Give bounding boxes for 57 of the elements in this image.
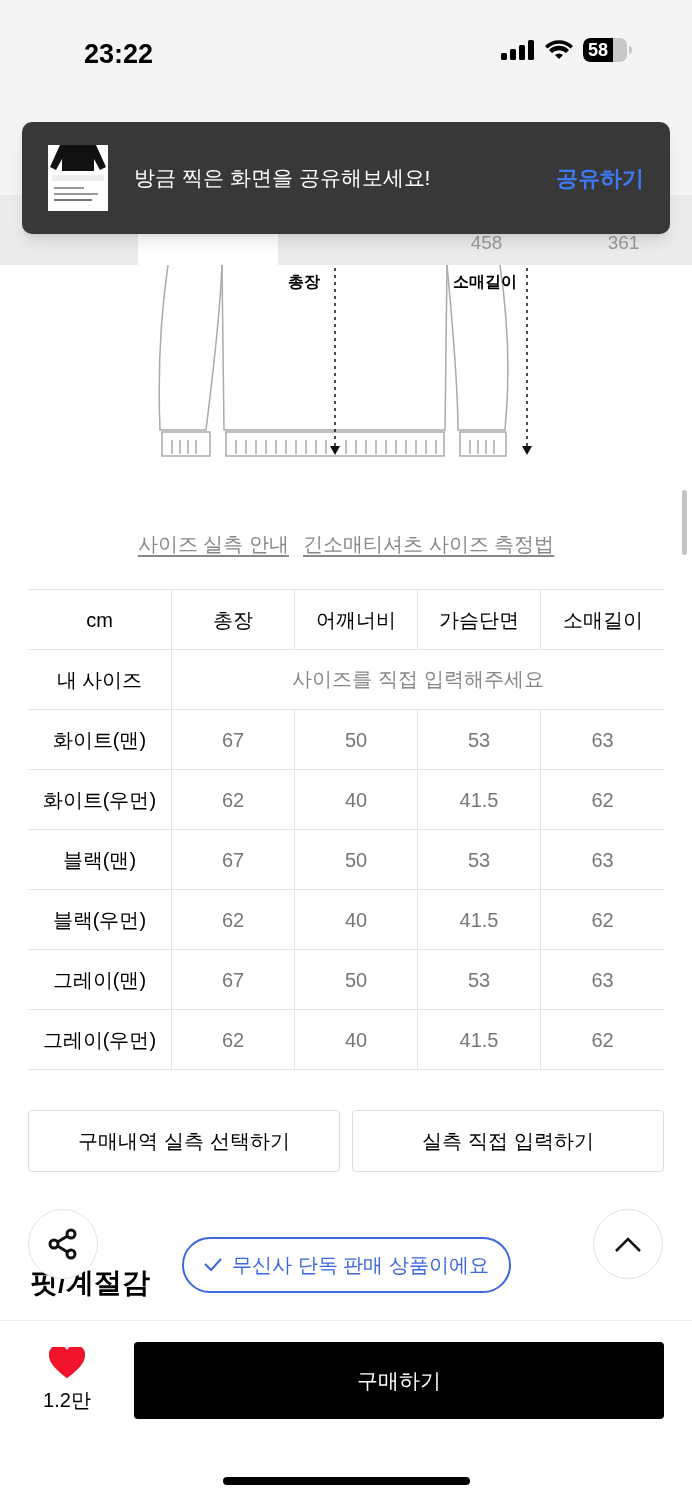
table-cell: 41.5	[418, 770, 541, 830]
table-cell: 50	[295, 710, 418, 770]
my-size-input[interactable]: 사이즈를 직접 입력해주세요	[172, 650, 664, 710]
row-header: 내 사이즈	[28, 650, 172, 710]
row-header: 그레이(맨)	[28, 950, 172, 1010]
table-cell: 67	[172, 950, 295, 1010]
battery-icon: 58	[583, 38, 627, 62]
table-cell: 53	[418, 830, 541, 890]
table-cell: 63	[541, 950, 664, 1010]
table-cell: 62	[172, 1010, 295, 1070]
column-header: cm	[28, 590, 172, 650]
like-button[interactable]: 1.2만	[28, 1346, 106, 1415]
table-cell: 67	[172, 830, 295, 890]
table-cell: 40	[295, 770, 418, 830]
table-cell: 40	[295, 1010, 418, 1070]
guide-link[interactable]: 사이즈 실측 안내	[137, 529, 289, 569]
row-header: 화이트(우먼)	[28, 770, 172, 830]
section-title: 핏/계절감	[30, 1266, 150, 1300]
row-header: 그레이(우먼)	[28, 1010, 172, 1070]
table-cell: 53	[418, 950, 541, 1010]
table-cell: 67	[172, 710, 295, 770]
screenshot-thumbnail	[48, 145, 108, 211]
column-header: 소매길이	[541, 590, 664, 650]
signal-icon	[501, 40, 535, 60]
badge-text: 무신사 단독 판매 상품이에요	[232, 1253, 489, 1278]
check-icon	[204, 1258, 222, 1272]
table-cell: 62	[541, 1010, 664, 1070]
table-cell: 53	[418, 710, 541, 770]
action-button[interactable]: 실측 직접 입력하기	[352, 1110, 664, 1172]
table-cell: 62	[172, 890, 295, 950]
row-header: 화이트(맨)	[28, 710, 172, 770]
table-cell: 41.5	[418, 890, 541, 950]
measure-label: 총장	[288, 272, 320, 292]
action-button[interactable]: 구매내역 실측 선택하기	[28, 1110, 340, 1172]
table-cell: 41.5	[418, 1010, 541, 1070]
column-header: 총장	[172, 590, 295, 650]
share-icon	[47, 1228, 79, 1260]
table-cell: 50	[295, 950, 418, 1010]
table-cell: 62	[541, 770, 664, 830]
table-cell: 62	[541, 890, 664, 950]
guide-link[interactable]: 긴소매티셔츠 사이즈 측정법	[303, 529, 555, 569]
chevron-up-icon	[615, 1236, 641, 1252]
toast-message: 방금 찍은 화면을 공유해보세요!	[134, 165, 432, 192]
table-cell: 62	[172, 770, 295, 830]
table-cell: 50	[295, 830, 418, 890]
row-header: 블랙(맨)	[28, 830, 172, 890]
column-header: 어깨너비	[295, 590, 418, 650]
wifi-icon	[545, 40, 573, 60]
status-time: 23:22	[84, 38, 154, 71]
scrollbar	[682, 490, 687, 555]
column-header: 가슴단면	[418, 590, 541, 650]
buy-button[interactable]: 구매하기	[134, 1342, 664, 1419]
table-cell: 63	[541, 710, 664, 770]
table-cell: 40	[295, 890, 418, 950]
table-cell: 63	[541, 830, 664, 890]
measure-label: 소매길이	[453, 272, 517, 292]
row-header: 블랙(우먼)	[28, 890, 172, 950]
